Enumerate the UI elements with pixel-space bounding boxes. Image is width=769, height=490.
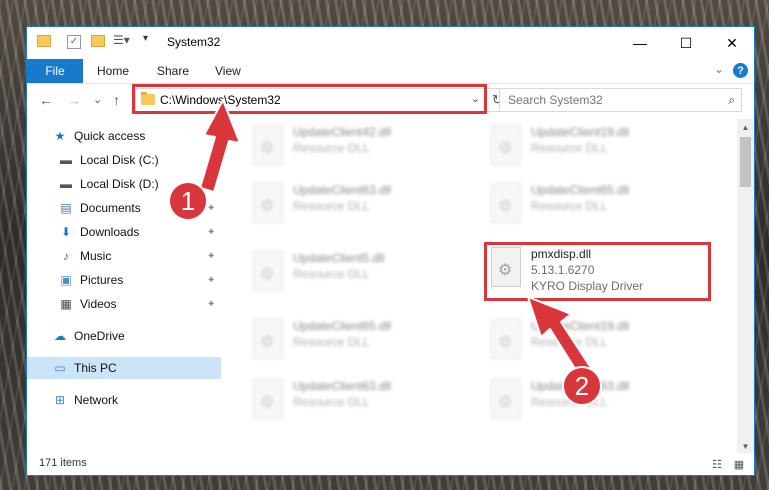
arrow-2: [527, 296, 592, 376]
callout-badge-1: 1: [168, 181, 208, 221]
annotation-arrows: [199, 99, 592, 376]
callout-badge-2: 2: [562, 366, 602, 406]
arrow-1: [199, 99, 241, 193]
